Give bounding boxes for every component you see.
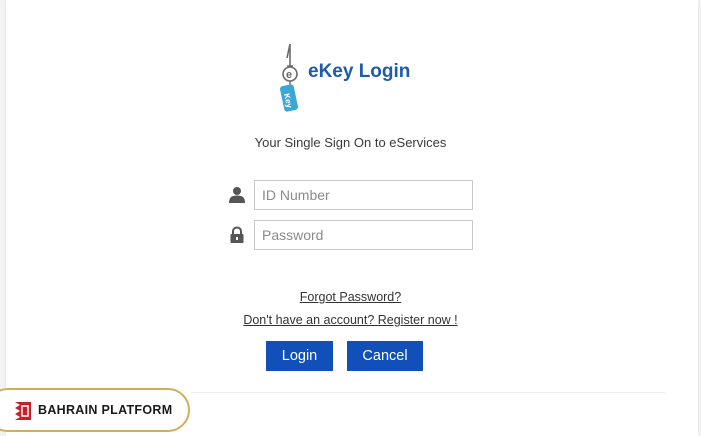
password-input[interactable] bbox=[254, 220, 473, 250]
logo-title: eKey Login bbox=[308, 61, 411, 82]
cancel-button[interactable]: Cancel bbox=[347, 341, 423, 371]
bahrain-platform-badge: BAHRAIN PLATFORM bbox=[0, 388, 190, 432]
id-number-input[interactable] bbox=[254, 180, 473, 210]
ekey-logo: e Key eKey Login bbox=[276, 40, 426, 116]
login-button[interactable]: Login bbox=[266, 341, 333, 371]
svg-text:e: e bbox=[286, 69, 292, 81]
password-row bbox=[228, 220, 478, 250]
register-link[interactable]: Don't have an account? Register now ! bbox=[0, 313, 701, 327]
ekey-keychain-icon: e Key bbox=[280, 43, 298, 112]
forgot-password-link[interactable]: Forgot Password? bbox=[0, 290, 701, 304]
divider bbox=[190, 392, 665, 393]
lock-icon bbox=[230, 226, 244, 243]
badge-label: BAHRAIN PLATFORM bbox=[38, 403, 173, 417]
bahrain-platform-icon bbox=[15, 402, 31, 420]
id-number-row bbox=[228, 180, 478, 210]
tagline: Your Single Sign On to eServices bbox=[254, 135, 447, 150]
user-icon bbox=[229, 187, 245, 203]
